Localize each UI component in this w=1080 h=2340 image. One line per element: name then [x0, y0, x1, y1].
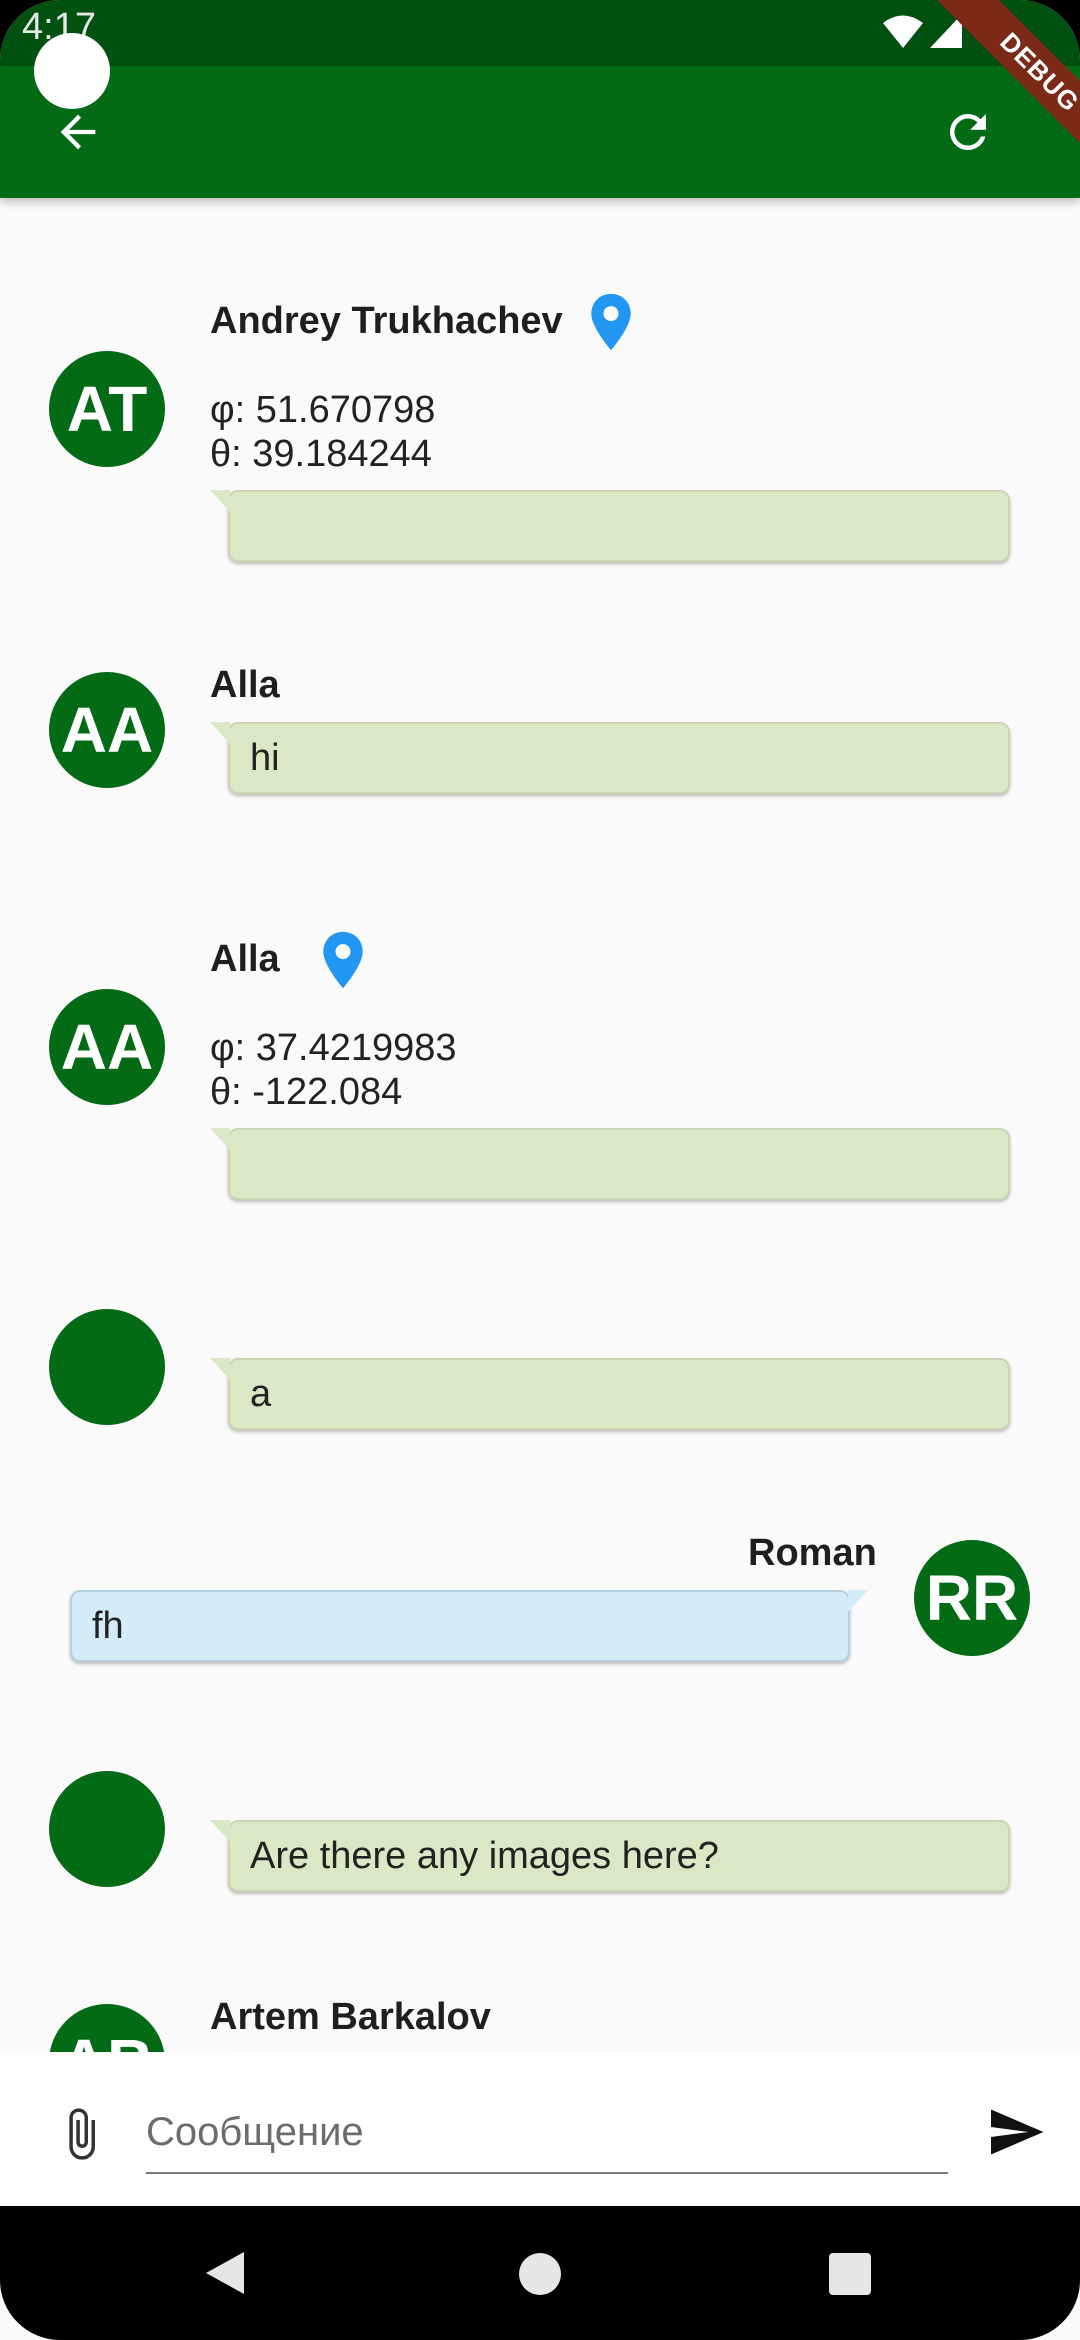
- nav-home-icon[interactable]: [518, 2252, 562, 2296]
- status-bar: 4:17: [0, 0, 1080, 66]
- system-navigation-bar: [0, 2206, 1080, 2340]
- bubble-tail: [210, 1358, 230, 1380]
- wifi-icon: [883, 15, 923, 48]
- message-bubble[interactable]: fh: [70, 1590, 850, 1662]
- message-bubble[interactable]: [228, 490, 1010, 562]
- app-bar: [0, 66, 1080, 198]
- sender-name: Andrey Trukhachev: [210, 300, 563, 342]
- message-text: fh: [92, 1604, 124, 1647]
- arrow-back-icon: [60, 114, 96, 150]
- nav-recents-icon[interactable]: [828, 2252, 872, 2296]
- refresh-icon: [950, 114, 986, 150]
- chat-screen: 4:17 DEBUG AT Andrey Trukhachev φ: 51.67…: [0, 0, 1080, 2340]
- nav-back-icon[interactable]: [204, 2250, 246, 2296]
- camera-cutout: [34, 33, 110, 109]
- send-icon: [991, 2109, 1044, 2155]
- longitude-text: θ: -122.084: [210, 1071, 403, 1113]
- signal-icon: [930, 14, 962, 48]
- avatar: [49, 1309, 165, 1425]
- attach-button[interactable]: [46, 2094, 116, 2174]
- avatar: AT: [49, 351, 165, 467]
- message-text: Are there any images here?: [250, 1834, 719, 1877]
- sender-name: Alla: [210, 938, 280, 980]
- message-bubble[interactable]: Are there any images here?: [228, 1820, 1010, 1892]
- send-button[interactable]: [976, 2092, 1056, 2172]
- message-input[interactable]: Сообщение: [146, 2092, 948, 2174]
- message-bubble[interactable]: [228, 1128, 1010, 1200]
- message-text: a: [250, 1372, 272, 1415]
- message-input-placeholder: Сообщение: [146, 2109, 364, 2154]
- message-composer: Сообщение: [0, 2052, 1080, 2206]
- avatar: [49, 1771, 165, 1887]
- bubble-tail: [210, 490, 230, 512]
- bubble-tail: [210, 1820, 230, 1842]
- sender-name: Roman: [748, 1532, 877, 1574]
- avatar: AA: [49, 989, 165, 1105]
- message-text: hi: [250, 736, 280, 779]
- attachment-icon: [69, 2108, 95, 2160]
- location-pin-icon[interactable]: [320, 930, 366, 990]
- bubble-tail: [210, 722, 230, 744]
- latitude-text: φ: 37.4219983: [210, 1027, 457, 1069]
- sender-name: Alla: [210, 664, 280, 706]
- refresh-button[interactable]: [930, 94, 1006, 170]
- message-bubble[interactable]: hi: [228, 722, 1010, 794]
- sender-name: Artem Barkalov: [210, 1996, 491, 2038]
- avatar: AA: [49, 672, 165, 788]
- bubble-tail: [848, 1590, 868, 1612]
- longitude-text: θ: 39.184244: [210, 433, 432, 475]
- bubble-tail: [210, 1128, 230, 1150]
- latitude-text: φ: 51.670798: [210, 389, 436, 431]
- location-pin-icon[interactable]: [588, 292, 634, 352]
- message-bubble[interactable]: a: [228, 1358, 1010, 1430]
- avatar: RR: [914, 1540, 1030, 1656]
